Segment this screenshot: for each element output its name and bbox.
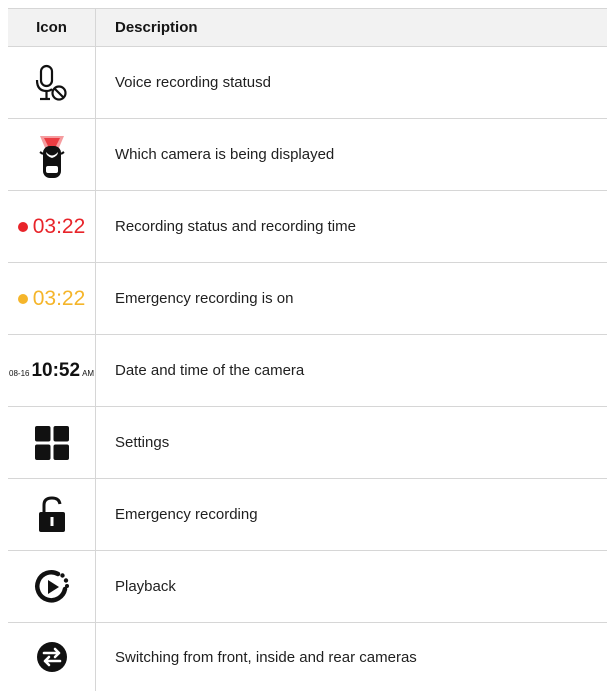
- description-cell: Emergency recording: [115, 506, 258, 523]
- date-text: 08-16: [9, 368, 30, 378]
- table-row: 03:22 Recording status and recording tim…: [8, 191, 607, 263]
- description-cell: Voice recording statusd: [115, 74, 271, 91]
- table-row: Voice recording statusd: [8, 47, 607, 119]
- table-row: Emergency recording: [8, 479, 607, 551]
- table-row: Switching from front, inside and rear ca…: [8, 623, 607, 691]
- switch-arrows-icon: [36, 642, 67, 672]
- description-cell: Playback: [115, 578, 176, 595]
- ampm-text: AM: [82, 368, 95, 378]
- emergency-recording-indicator: 03:22: [17, 286, 86, 311]
- recording-time: 03:22: [32, 214, 86, 238]
- header-description-column: Description: [115, 19, 198, 36]
- table-row: Settings: [8, 407, 607, 479]
- unlock-icon: [38, 495, 65, 532]
- grid-icon: [34, 425, 69, 460]
- description-cell: Switching from front, inside and rear ca…: [115, 648, 417, 666]
- description-cell: Settings: [115, 434, 170, 451]
- description-cell: Which camera is being displayed: [115, 146, 335, 163]
- table-row: 03:22 Emergency recording is on: [8, 263, 607, 335]
- emergency-time: 03:22: [32, 286, 86, 310]
- recording-time-indicator: 03:22: [17, 214, 86, 239]
- emergency-dot-icon: [17, 293, 28, 304]
- datetime-display: 08-16 10:52 AM: [9, 360, 94, 382]
- car-camera-icon: [38, 135, 65, 178]
- time-text: 10:52: [31, 359, 81, 381]
- table-header-row: Icon Description: [8, 9, 607, 47]
- description-cell: Recording status and recording time: [115, 218, 356, 235]
- description-cell: Emergency recording is on: [115, 290, 294, 307]
- icon-description-table: Icon Description Voice recording statusd: [8, 8, 607, 691]
- table-row: Playback: [8, 551, 607, 623]
- microphone-off-icon: [35, 64, 67, 101]
- header-icon-column: Icon: [8, 9, 96, 46]
- table-row: 08-16 10:52 AM Date and time of the came…: [8, 335, 607, 407]
- playback-icon: [34, 569, 69, 602]
- recording-dot-icon: [17, 221, 28, 232]
- table-row: Which camera is being displayed: [8, 119, 607, 191]
- description-cell: Date and time of the camera: [115, 362, 305, 379]
